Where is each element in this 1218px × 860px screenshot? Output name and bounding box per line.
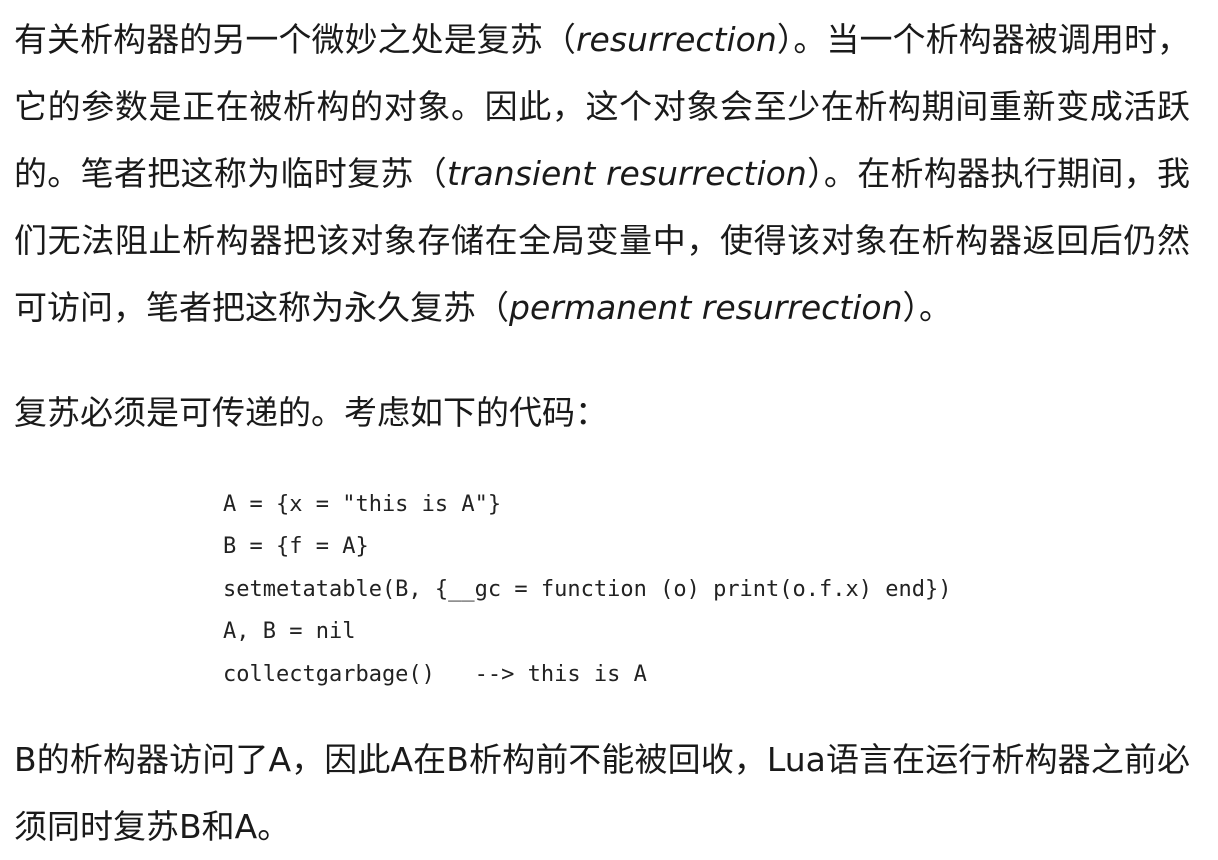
- paragraph-text: ）。: [902, 288, 953, 327]
- paragraph-transitive: 复苏必须是可传递的。考虑如下的代码：: [14, 393, 608, 432]
- code-line: setmetatable(B, {__gc = function (o) pri…: [223, 576, 952, 602]
- term-transient-resurrection: transient resurrection: [447, 154, 807, 193]
- code-line: B = {f = A}: [223, 534, 369, 560]
- paragraph-text: 有关析构器的另一个微妙之处是复苏（: [14, 20, 576, 59]
- code-block: A = {x = "this is A"} B = {f = A} setmetat…: [223, 484, 1190, 696]
- term-permanent-resurrection: permanent resurrection: [509, 288, 903, 327]
- code-line: A, B = nil: [223, 619, 356, 645]
- paragraph-resurrection: 有关析构器的另一个微妙之处是复苏（resurrection）。当一个析构器被调用…: [14, 6, 1190, 341]
- term-resurrection: resurrection: [575, 20, 777, 59]
- code-line: A = {x = "this is A"}: [223, 492, 502, 517]
- code-line: collectgarbage() --> this is A: [223, 661, 647, 687]
- document-page: 有关析构器的另一个微妙之处是复苏（resurrection）。当一个析构器被调用…: [14, 6, 1190, 860]
- paragraph-explanation: B的析构器访问了A，因此A在B析构前不能被回收，Lua语言在运行析构器之前必须同…: [14, 739, 1190, 846]
